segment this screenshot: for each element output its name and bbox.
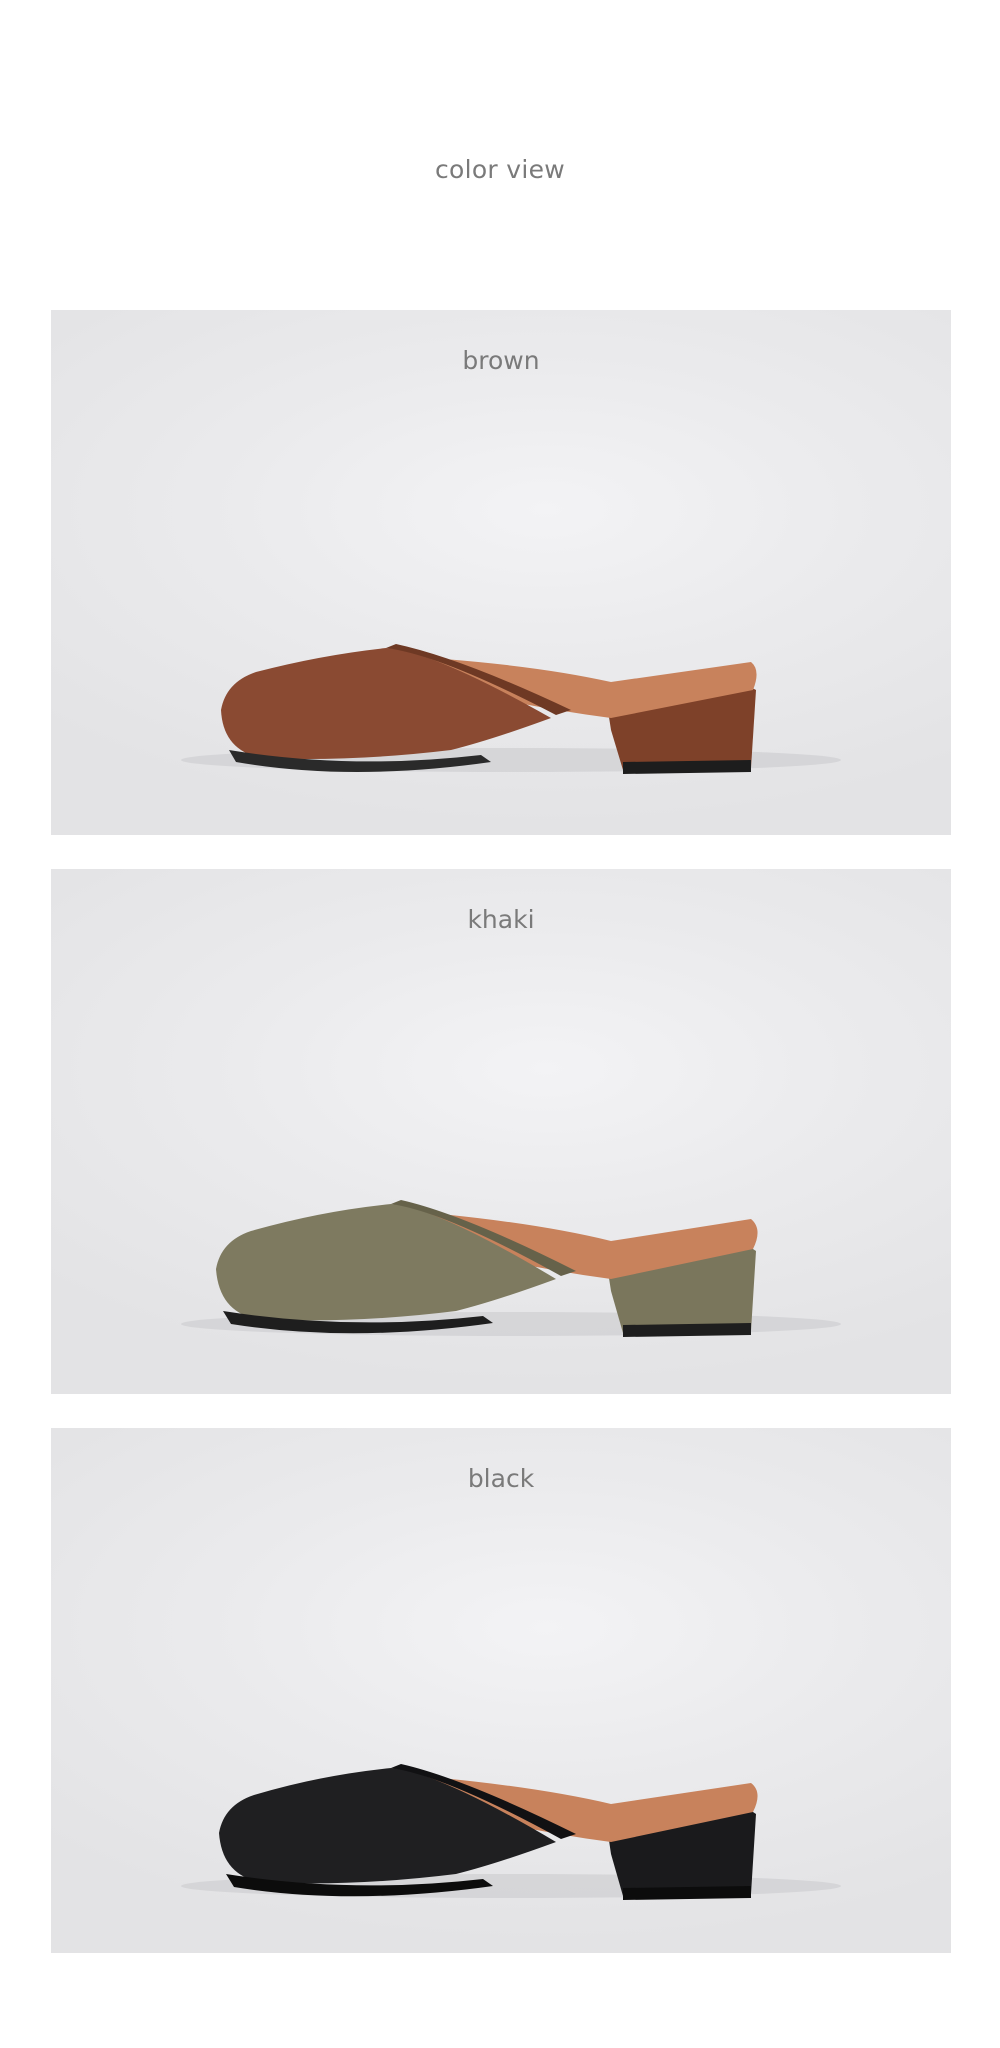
product-color-card-black: black (51, 1428, 951, 1953)
shoe-image-brown (181, 644, 841, 774)
shoe-image-black (181, 1764, 841, 1900)
product-color-card-khaki: khaki (51, 869, 951, 1394)
shoe-image-khaki (181, 1200, 841, 1337)
product-color-card-brown: brown (51, 310, 951, 835)
section-title: color view (434, 155, 566, 184)
